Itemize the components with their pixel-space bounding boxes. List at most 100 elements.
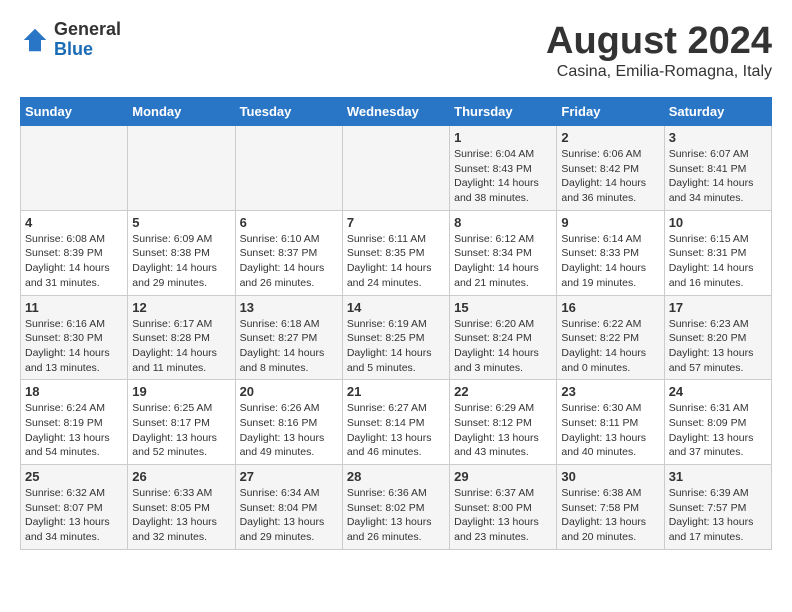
day-number: 22 xyxy=(454,384,552,399)
day-info: Sunrise: 6:09 AM Sunset: 8:38 PM Dayligh… xyxy=(132,232,230,291)
day-info: Sunrise: 6:24 AM Sunset: 8:19 PM Dayligh… xyxy=(25,401,123,460)
day-number: 30 xyxy=(561,469,659,484)
day-info: Sunrise: 6:07 AM Sunset: 8:41 PM Dayligh… xyxy=(669,147,767,206)
logo-text: General Blue xyxy=(54,20,121,60)
calendar-cell: 24 Sunrise: 6:31 AM Sunset: 8:09 PM Dayli… xyxy=(664,380,771,465)
calendar-week-4: 18 Sunrise: 6:24 AM Sunset: 8:19 PM Dayli… xyxy=(21,380,772,465)
calendar-cell: 26Sunrise: 6:33 AM Sunset: 8:05 PM Dayli… xyxy=(128,465,235,550)
day-number: 3 xyxy=(669,130,767,145)
day-info: Sunrise: 6:39 AM Sunset: 7:57 PM Dayligh… xyxy=(669,486,767,545)
calendar-cell: 21Sunrise: 6:27 AM Sunset: 8:14 PM Dayli… xyxy=(342,380,449,465)
day-info: Sunrise: 6:18 AM Sunset: 8:27 PM Dayligh… xyxy=(240,317,338,376)
calendar-cell: 25 Sunrise: 6:32 AM Sunset: 8:07 PM Dayli… xyxy=(21,465,128,550)
calendar-cell: 13 Sunrise: 6:18 AM Sunset: 8:27 PM Dayli… xyxy=(235,295,342,380)
day-info: Sunrise: 6:15 AM Sunset: 8:31 PM Dayligh… xyxy=(669,232,767,291)
day-number: 2 xyxy=(561,130,659,145)
day-info: Sunrise: 6:31 AM Sunset: 8:09 PM Dayligh… xyxy=(669,401,767,460)
day-info: Sunrise: 6:06 AM Sunset: 8:42 PM Dayligh… xyxy=(561,147,659,206)
day-header-monday: Monday xyxy=(128,98,235,126)
calendar-cell: 22 Sunrise: 6:29 AM Sunset: 8:12 PM Dayli… xyxy=(450,380,557,465)
calendar-cell: 30 Sunrise: 6:38 AM Sunset: 7:58 PM Dayli… xyxy=(557,465,664,550)
day-header-sunday: Sunday xyxy=(21,98,128,126)
main-title: August 2024 xyxy=(546,20,772,63)
subtitle: Casina, Emilia-Romagna, Italy xyxy=(546,63,772,81)
day-number: 7 xyxy=(347,215,445,230)
calendar-cell xyxy=(342,126,449,211)
day-number: 18 xyxy=(25,384,123,399)
calendar-cell: 6 Sunrise: 6:10 AM Sunset: 8:37 PM Daylig… xyxy=(235,210,342,295)
calendar-cell: 4 Sunrise: 6:08 AM Sunset: 8:39 PM Daylig… xyxy=(21,210,128,295)
day-info: Sunrise: 6:12 AM Sunset: 8:34 PM Dayligh… xyxy=(454,232,552,291)
day-header-tuesday: Tuesday xyxy=(235,98,342,126)
day-info: Sunrise: 6:23 AM Sunset: 8:20 PM Dayligh… xyxy=(669,317,767,376)
day-info: Sunrise: 6:34 AM Sunset: 8:04 PM Dayligh… xyxy=(240,486,338,545)
day-number: 12 xyxy=(132,300,230,315)
calendar-cell: 31Sunrise: 6:39 AM Sunset: 7:57 PM Dayli… xyxy=(664,465,771,550)
day-info: Sunrise: 6:16 AM Sunset: 8:30 PM Dayligh… xyxy=(25,317,123,376)
calendar-table: SundayMondayTuesdayWednesdayThursdayFrid… xyxy=(20,97,772,550)
day-number: 21 xyxy=(347,384,445,399)
calendar-cell: 9 Sunrise: 6:14 AM Sunset: 8:33 PM Daylig… xyxy=(557,210,664,295)
calendar-week-2: 4 Sunrise: 6:08 AM Sunset: 8:39 PM Daylig… xyxy=(21,210,772,295)
logo-general-text: General xyxy=(54,20,121,40)
logo-icon xyxy=(20,25,50,55)
day-number: 27 xyxy=(240,469,338,484)
day-info: Sunrise: 6:36 AM Sunset: 8:02 PM Dayligh… xyxy=(347,486,445,545)
day-info: Sunrise: 6:32 AM Sunset: 8:07 PM Dayligh… xyxy=(25,486,123,545)
calendar-cell: 15 Sunrise: 6:20 AM Sunset: 8:24 PM Dayli… xyxy=(450,295,557,380)
logo: General Blue xyxy=(20,20,121,60)
day-header-thursday: Thursday xyxy=(450,98,557,126)
day-header-friday: Friday xyxy=(557,98,664,126)
day-number: 16 xyxy=(561,300,659,315)
day-header-saturday: Saturday xyxy=(664,98,771,126)
calendar-week-5: 25 Sunrise: 6:32 AM Sunset: 8:07 PM Dayli… xyxy=(21,465,772,550)
calendar-cell: 19Sunrise: 6:25 AM Sunset: 8:17 PM Dayli… xyxy=(128,380,235,465)
calendar-cell: 11 Sunrise: 6:16 AM Sunset: 8:30 PM Dayli… xyxy=(21,295,128,380)
day-number: 13 xyxy=(240,300,338,315)
day-number: 15 xyxy=(454,300,552,315)
day-info: Sunrise: 6:20 AM Sunset: 8:24 PM Dayligh… xyxy=(454,317,552,376)
day-number: 24 xyxy=(669,384,767,399)
day-info: Sunrise: 6:10 AM Sunset: 8:37 PM Dayligh… xyxy=(240,232,338,291)
day-info: Sunrise: 6:17 AM Sunset: 8:28 PM Dayligh… xyxy=(132,317,230,376)
day-info: Sunrise: 6:11 AM Sunset: 8:35 PM Dayligh… xyxy=(347,232,445,291)
calendar-cell: 18 Sunrise: 6:24 AM Sunset: 8:19 PM Dayli… xyxy=(21,380,128,465)
day-number: 25 xyxy=(25,469,123,484)
day-number: 11 xyxy=(25,300,123,315)
day-number: 26 xyxy=(132,469,230,484)
day-info: Sunrise: 6:29 AM Sunset: 8:12 PM Dayligh… xyxy=(454,401,552,460)
calendar-cell: 7 Sunrise: 6:11 AM Sunset: 8:35 PM Daylig… xyxy=(342,210,449,295)
calendar-week-1: 1Sunrise: 6:04 AM Sunset: 8:43 PM Daylig… xyxy=(21,126,772,211)
calendar-week-3: 11 Sunrise: 6:16 AM Sunset: 8:30 PM Dayli… xyxy=(21,295,772,380)
calendar-cell: 8Sunrise: 6:12 AM Sunset: 8:34 PM Daylig… xyxy=(450,210,557,295)
calendar-cell: 28 Sunrise: 6:36 AM Sunset: 8:02 PM Dayli… xyxy=(342,465,449,550)
calendar-cell: 3 Sunrise: 6:07 AM Sunset: 8:41 PM Daylig… xyxy=(664,126,771,211)
day-number: 6 xyxy=(240,215,338,230)
day-number: 28 xyxy=(347,469,445,484)
calendar-cell xyxy=(21,126,128,211)
day-number: 5 xyxy=(132,215,230,230)
calendar-cell xyxy=(128,126,235,211)
calendar-cell: 12 Sunrise: 6:17 AM Sunset: 8:28 PM Dayli… xyxy=(128,295,235,380)
day-number: 4 xyxy=(25,215,123,230)
calendar-cell: 2 Sunrise: 6:06 AM Sunset: 8:42 PM Daylig… xyxy=(557,126,664,211)
calendar-header-row: SundayMondayTuesdayWednesdayThursdayFrid… xyxy=(21,98,772,126)
day-info: Sunrise: 6:08 AM Sunset: 8:39 PM Dayligh… xyxy=(25,232,123,291)
day-number: 20 xyxy=(240,384,338,399)
calendar-cell: 17 Sunrise: 6:23 AM Sunset: 8:20 PM Dayli… xyxy=(664,295,771,380)
day-number: 9 xyxy=(561,215,659,230)
day-info: Sunrise: 6:14 AM Sunset: 8:33 PM Dayligh… xyxy=(561,232,659,291)
title-area: August 2024 Casina, Emilia-Romagna, Ital… xyxy=(546,20,772,81)
calendar-cell: 10Sunrise: 6:15 AM Sunset: 8:31 PM Dayli… xyxy=(664,210,771,295)
day-info: Sunrise: 6:37 AM Sunset: 8:00 PM Dayligh… xyxy=(454,486,552,545)
day-info: Sunrise: 6:25 AM Sunset: 8:17 PM Dayligh… xyxy=(132,401,230,460)
calendar-cell: 5 Sunrise: 6:09 AM Sunset: 8:38 PM Daylig… xyxy=(128,210,235,295)
day-info: Sunrise: 6:19 AM Sunset: 8:25 PM Dayligh… xyxy=(347,317,445,376)
day-info: Sunrise: 6:30 AM Sunset: 8:11 PM Dayligh… xyxy=(561,401,659,460)
calendar-cell: 16Sunrise: 6:22 AM Sunset: 8:22 PM Dayli… xyxy=(557,295,664,380)
calendar-cell: 23Sunrise: 6:30 AM Sunset: 8:11 PM Dayli… xyxy=(557,380,664,465)
calendar-cell: 27 Sunrise: 6:34 AM Sunset: 8:04 PM Dayli… xyxy=(235,465,342,550)
day-info: Sunrise: 6:38 AM Sunset: 7:58 PM Dayligh… xyxy=(561,486,659,545)
day-info: Sunrise: 6:26 AM Sunset: 8:16 PM Dayligh… xyxy=(240,401,338,460)
day-number: 17 xyxy=(669,300,767,315)
